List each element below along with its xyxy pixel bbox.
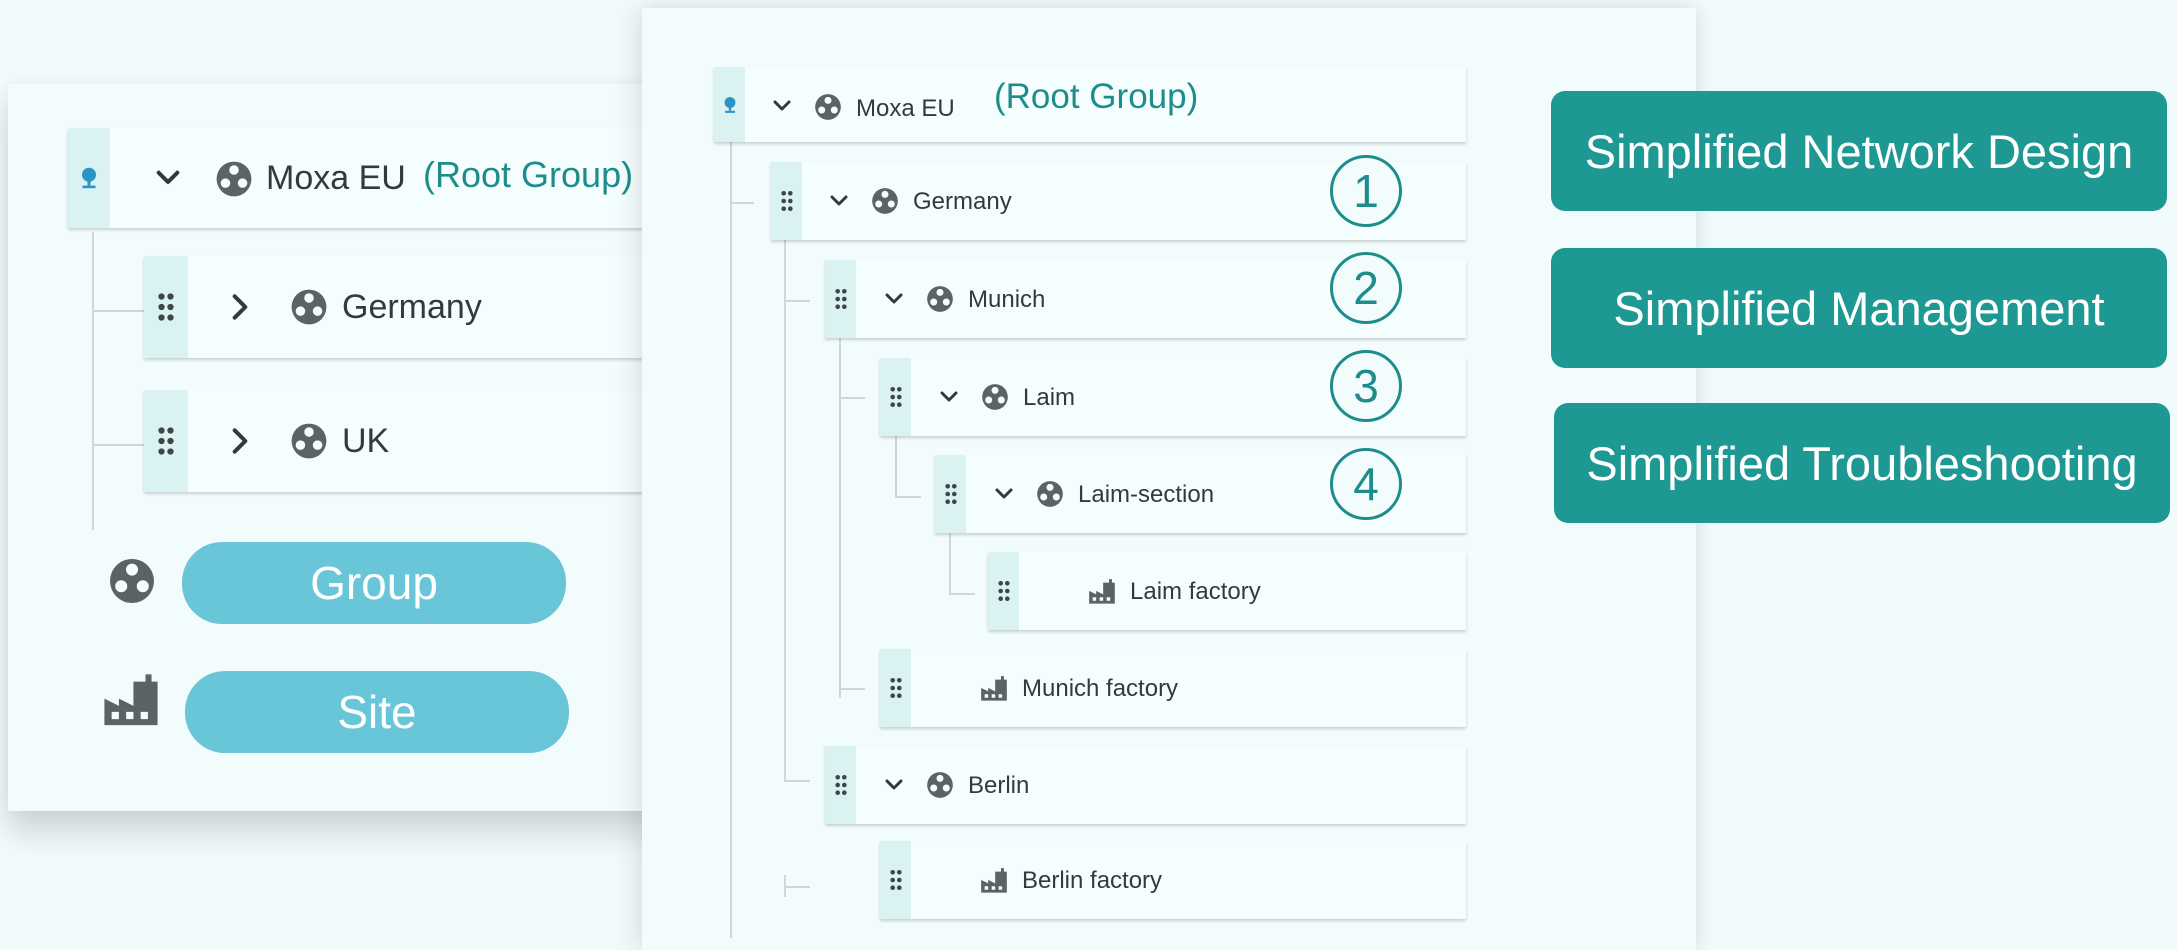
level-marker-3: 3 [1330,350,1402,422]
group-icon [1036,480,1064,508]
factory-icon [980,675,1008,703]
tree-connector [839,338,841,698]
feature-troubleshooting-button[interactable]: Simplified Troubleshooting [1554,403,2170,523]
drag-icon[interactable] [157,426,175,456]
node-label: Germany [913,188,1012,215]
tree-connector [784,780,810,782]
group-icon [108,557,156,605]
tree-row[interactable]: Munich factory [880,649,1466,727]
chevron-down-icon[interactable] [827,189,851,213]
chevron-right-icon[interactable] [224,291,256,323]
factory-icon [980,867,1008,895]
feature-management-button[interactable]: Simplified Management [1551,248,2167,368]
group-icon [926,771,954,799]
node-label: Munich [968,286,1046,313]
feature-network-design-button[interactable]: Simplified Network Design [1551,91,2167,211]
drag-handle[interactable] [825,260,856,338]
root-label: Moxa EU [266,159,406,197]
node-label: Laim [1023,384,1076,411]
drag-handle[interactable] [825,746,856,824]
tree-connector [895,436,897,498]
chevron-down-icon[interactable] [937,385,961,409]
factory-icon [102,672,160,730]
drag-handle[interactable] [988,552,1019,630]
drag-icon[interactable] [944,483,958,505]
tree-row[interactable]: Berlin factory [880,841,1466,919]
tree-connector [895,496,921,498]
tree-connector [949,593,975,595]
root-handle [714,67,745,142]
group-icon [871,187,899,215]
tree-row[interactable]: Laim factory [988,552,1466,630]
chevron-down-icon[interactable] [992,482,1016,506]
drag-handle[interactable] [935,455,966,533]
root-group-note: (Root Group) [994,77,1199,116]
drag-handle[interactable] [144,390,188,492]
group-icon [814,93,842,121]
group-icon [215,160,253,198]
tree-connector [949,533,951,595]
node-label: Laim-section [1078,481,1215,508]
tree-connector [92,232,94,530]
tree-connector [839,397,865,399]
root-handle [68,128,110,228]
chevron-down-icon[interactable] [770,94,794,118]
level-marker-2: 2 [1330,252,1402,324]
tree-row-root[interactable]: Moxa EU (Root Group) [68,128,708,228]
tree-connector [784,886,810,888]
node-label: UK [342,422,390,460]
level-marker-4: 4 [1330,448,1402,520]
node-label: Germany [342,288,482,326]
drag-icon[interactable] [997,580,1011,602]
group-icon [981,383,1009,411]
group-icon [290,422,328,460]
tree-connector [730,202,754,204]
drag-icon[interactable] [889,386,903,408]
tree-connector [730,142,732,938]
level-marker-1: 1 [1330,155,1402,227]
chevron-down-icon[interactable] [882,287,906,311]
drag-icon[interactable] [889,677,903,699]
chevron-down-icon[interactable] [152,162,184,194]
root-label: Moxa EU [856,95,955,122]
left-tree-panel: Moxa EU (Root Group) Germany UK Group Si… [8,84,744,811]
tree-row[interactable]: Berlin [825,746,1466,824]
drag-icon[interactable] [889,869,903,891]
tree-connector [92,444,152,446]
right-tree-panel: Moxa EU (Root Group) Germany Munich Laim [642,8,1696,950]
tree-connector [784,240,786,780]
drag-handle[interactable] [771,162,802,240]
legend-group-pill: Group [182,542,566,624]
map-pin-icon [720,95,740,115]
drag-icon[interactable] [780,190,794,212]
tree-connector [839,688,865,690]
legend-site-pill: Site [185,671,569,753]
tree-connector [784,300,810,302]
drag-icon[interactable] [834,288,848,310]
drag-handle[interactable] [880,649,911,727]
root-group-note: (Root Group) [423,154,634,195]
tree-connector [92,310,152,312]
map-pin-icon [76,165,102,191]
factory-icon [1088,578,1116,606]
node-label: Berlin factory [1022,867,1163,894]
drag-icon[interactable] [834,774,848,796]
node-label: Laim factory [1130,578,1261,605]
drag-icon[interactable] [157,292,175,322]
node-label: Munich factory [1022,675,1179,702]
chevron-down-icon[interactable] [882,773,906,797]
drag-handle[interactable] [144,256,188,358]
group-icon [290,288,328,326]
drag-handle[interactable] [880,841,911,919]
group-icon [926,285,954,313]
node-label: Berlin [968,772,1030,799]
chevron-right-icon[interactable] [224,425,256,457]
drag-handle[interactable] [880,358,911,436]
